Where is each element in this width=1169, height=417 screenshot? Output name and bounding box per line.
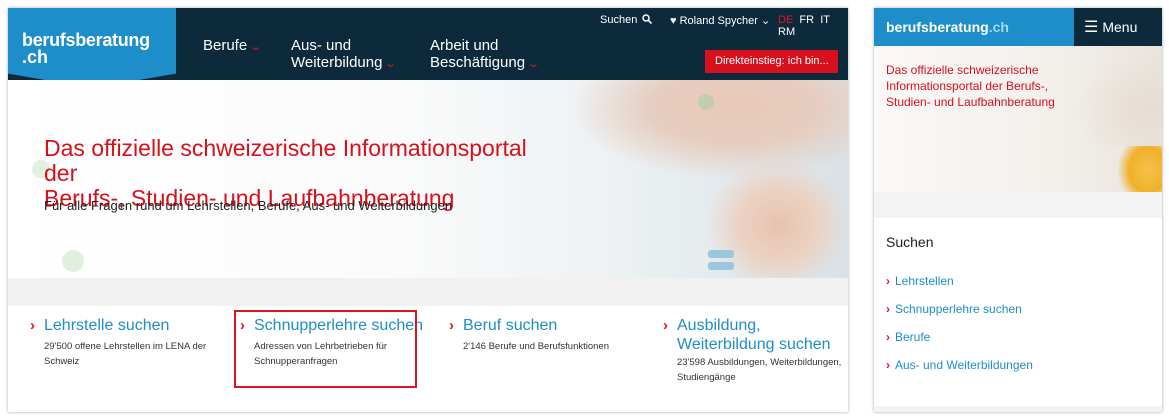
lang-rm[interactable]: RM: [778, 26, 795, 38]
card-title[interactable]: Ausbildung, Weiterbildung suchen: [677, 316, 841, 354]
card-desc: 2'146 Berufe und Berufsfunktionen: [463, 339, 609, 354]
chevron-down-icon: ⌄: [249, 41, 263, 53]
screenshot-stage: berufsberatung .ch Berufe ⌄ Aus- und Weit…: [0, 0, 1169, 417]
mobile-hero-title-line: Studien- und Laufbahnberatung: [886, 95, 1055, 109]
hero-banner: Das offizielle schweizerische Informatio…: [8, 80, 848, 278]
chevron-right-icon: ›: [449, 317, 454, 334]
mobile-hero-title-line: Informationsportal der Berufs-,: [886, 79, 1049, 93]
chevron-right-icon: ›: [30, 317, 35, 334]
mobile-link-berufe[interactable]: › Berufe: [886, 330, 930, 344]
menu-button[interactable]: ☰ Menu: [1074, 8, 1162, 46]
card-title[interactable]: Lehrstelle suchen: [44, 316, 206, 335]
card-desc-line: 29'500 offene Lehrstellen im LENA der: [44, 341, 207, 352]
mobile-logo[interactable]: berufsberatung.ch: [886, 19, 1009, 35]
mobile-hero-title: Das offizielle schweizerische Informatio…: [886, 62, 1086, 110]
mobile-search-card: Suchen › Lehrstellen › Schnupperlehre such…: [874, 218, 1162, 406]
direct-entry-dropdown[interactable]: Direkteinstieg: ich bin...⌄: [705, 50, 838, 90]
mobile-link-label: Aus- und Weiterbildungen: [895, 358, 1033, 372]
chevron-down-icon: ⌄: [384, 58, 398, 70]
decor-equals: [708, 250, 734, 258]
mobile-hero: Das offizielle schweizerische Informatio…: [874, 46, 1162, 192]
hero-image-child-hands: [708, 160, 848, 278]
card-desc: 23'598 Ausbildungen, Weiterbildungen, St…: [677, 355, 841, 385]
hero-image-background: [1074, 56, 1162, 146]
chevron-down-icon: ⌄: [760, 15, 771, 27]
chevron-right-icon: ›: [886, 274, 890, 288]
card-desc-line: 2'146 Berufe und Berufsfunktionen: [463, 341, 610, 352]
topbar-user[interactable]: ♥ Roland Spycher ⌄: [670, 14, 770, 27]
nav-arbeit-line1: Arbeit und: [430, 37, 499, 54]
mobile-link-label: Berufe: [895, 330, 931, 344]
site-header: berufsberatung .ch Berufe ⌄ Aus- und Weit…: [8, 8, 848, 90]
mobile-link-label: Schnupperlehre suchen: [895, 302, 1022, 316]
hamburger-icon: ☰: [1084, 19, 1099, 36]
topbar-search-label: Suchen: [600, 14, 638, 26]
highlight-box: [234, 310, 417, 388]
desktop-view: berufsberatung .ch Berufe ⌄ Aus- und Weit…: [8, 8, 848, 412]
decor-dot: [62, 250, 84, 272]
direct-entry-label: Direkteinstieg: ich bin...: [715, 55, 829, 67]
mobile-hero-title-line: Das offizielle schweizerische: [886, 63, 1039, 77]
hero-image-cloth: [1118, 146, 1162, 192]
card-title-line: Weiterbildung suchen: [677, 336, 831, 353]
topbar-search[interactable]: Suchen: [600, 14, 653, 26]
nav-berufe[interactable]: Berufe ⌄: [203, 37, 263, 56]
card-desc-line: 23'598 Ausbildungen, Weiterbildungen,: [677, 357, 842, 368]
quick-links: › Lehrstelle suchen 29'500 offene Lehrst…: [8, 278, 848, 412]
mobile-header: berufsberatung.ch ☰ Menu: [874, 8, 1162, 46]
hero-subtitle: Für alle Fragen rund um Lehrstellen, Ber…: [44, 198, 453, 213]
card-desc-line: Schweiz: [44, 356, 80, 367]
mobile-search-heading: Suchen: [886, 234, 934, 250]
card-ausbildung[interactable]: › Ausbildung, Weiterbildung suchen 23'59…: [663, 316, 841, 385]
search-icon: [642, 14, 653, 25]
mobile-view: berufsberatung.ch ☰ Menu Das offizielle s…: [874, 8, 1162, 412]
heart-icon: ♥: [670, 15, 677, 27]
chevron-right-icon: ›: [886, 358, 890, 372]
mobile-link-weiterbildungen[interactable]: › Aus- und Weiterbildungen: [886, 358, 1033, 372]
chevron-down-icon: ⌄: [527, 58, 541, 70]
decor-equals: [708, 262, 734, 270]
logo-line2: .ch: [22, 47, 49, 67]
mobile-logo-suffix: .ch: [988, 19, 1009, 35]
decor-dot: [698, 94, 714, 110]
nav-aus-line1: Aus- und: [291, 37, 352, 54]
mobile-link-label: Lehrstellen: [895, 274, 954, 288]
nav-berufe-label: Berufe: [203, 37, 248, 54]
mobile-logo-text: berufsberatung: [886, 19, 989, 35]
site-logo[interactable]: berufsberatung .ch: [8, 8, 176, 88]
language-switcher: DE FR IT RM: [778, 14, 848, 38]
lang-fr[interactable]: FR: [799, 14, 814, 26]
card-desc-line: Studiengänge: [677, 372, 736, 383]
lang-de[interactable]: DE: [778, 14, 793, 26]
chevron-right-icon: ›: [886, 330, 890, 344]
nav-aus-line2: Weiterbildung: [291, 54, 383, 71]
chevron-right-icon: ›: [663, 317, 668, 334]
card-lehrstelle[interactable]: › Lehrstelle suchen 29'500 offene Lehrst…: [30, 316, 206, 369]
mobile-link-schnupperlehre[interactable]: › Schnupperlehre suchen: [886, 302, 1022, 316]
card-desc: 29'500 offene Lehrstellen im LENA der Sc…: [44, 339, 206, 369]
mobile-link-lehrstellen[interactable]: › Lehrstellen: [886, 274, 954, 288]
card-title-line: Ausbildung,: [677, 317, 761, 334]
card-beruf[interactable]: › Beruf suchen 2'146 Berufe und Berufsfu…: [449, 316, 609, 354]
nav-arbeit-line2: Beschäftigung: [430, 54, 526, 71]
chevron-right-icon: ›: [886, 302, 890, 316]
menu-label: Menu: [1102, 19, 1138, 35]
nav-aus-weiterbildung[interactable]: Aus- und Weiterbildung ⌄: [291, 37, 398, 73]
nav-arbeit-beschaeftigung[interactable]: Arbeit und Beschäftigung ⌄: [430, 37, 541, 73]
hero-title-line1: Das offizielle schweizerische Informatio…: [44, 135, 527, 186]
card-title[interactable]: Beruf suchen: [463, 316, 609, 335]
user-name: Roland Spycher: [679, 15, 758, 27]
lang-it[interactable]: IT: [820, 14, 830, 26]
